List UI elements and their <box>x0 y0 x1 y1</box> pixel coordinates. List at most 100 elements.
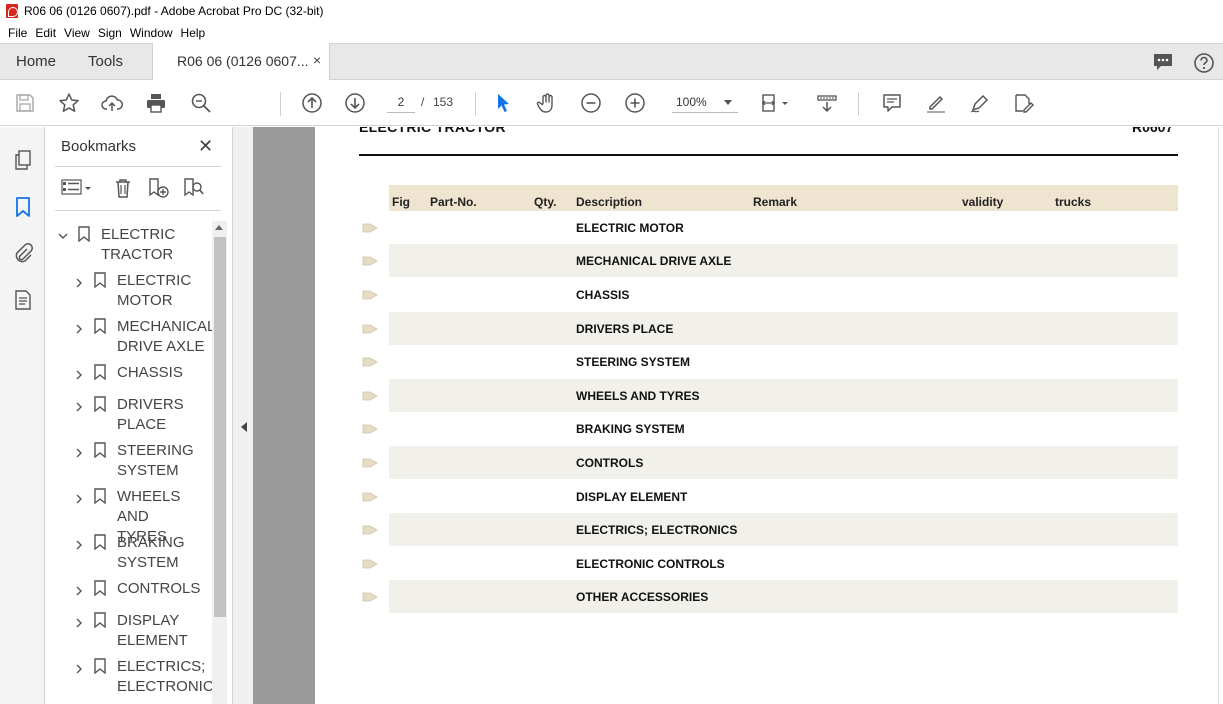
previous-page-icon[interactable] <box>300 91 324 115</box>
menu-bar: File Edit View Sign Window Help <box>0 22 1223 43</box>
table-row[interactable]: DISPLAY ELEMENT <box>389 480 1178 513</box>
row-link-arrow-icon[interactable] <box>362 591 378 602</box>
chevron-right-icon[interactable] <box>74 369 84 380</box>
new-bookmark-icon[interactable] <box>145 175 171 201</box>
menu-window[interactable]: Window <box>126 26 177 40</box>
help-icon[interactable] <box>1193 52 1215 73</box>
column-header-trucks: trucks <box>1055 195 1092 209</box>
zoom-in-icon[interactable] <box>623 91 647 115</box>
tab-home[interactable]: Home <box>16 44 56 80</box>
row-link-arrow-icon[interactable] <box>362 289 378 300</box>
chevron-down-icon[interactable] <box>58 230 68 240</box>
bookmarks-close-button[interactable]: ✕ <box>198 136 213 157</box>
highlight-pen-icon[interactable] <box>924 91 948 115</box>
table-row[interactable]: DRIVERS PLACE <box>389 312 1178 345</box>
save-icon[interactable] <box>13 91 37 115</box>
bookmark-item[interactable]: BRAKING SYSTEM <box>45 529 213 575</box>
chevron-right-icon[interactable] <box>74 663 84 674</box>
bookmark-icon <box>94 580 106 597</box>
chevron-right-icon[interactable] <box>74 323 84 334</box>
find-bookmark-icon[interactable] <box>180 175 206 201</box>
chevron-right-icon[interactable] <box>74 617 84 628</box>
chevron-right-icon[interactable] <box>74 401 84 412</box>
row-link-arrow-icon[interactable] <box>362 356 378 367</box>
chevron-right-icon[interactable] <box>74 585 84 596</box>
chevron-down-icon[interactable] <box>779 91 791 115</box>
toolbar-divider <box>475 92 476 116</box>
next-page-icon[interactable] <box>343 91 367 115</box>
table-row[interactable]: CONTROLS <box>389 446 1178 479</box>
page-thumbnails-icon[interactable] <box>11 148 35 172</box>
bookmark-item[interactable]: STEERING SYSTEM <box>45 437 213 483</box>
table-row[interactable]: BRAKING SYSTEM <box>389 412 1178 445</box>
bookmark-item[interactable]: ELECTRICS;ELECTRONICS <box>45 653 213 699</box>
star-icon[interactable] <box>57 91 81 115</box>
zoom-out-icon[interactable] <box>579 91 603 115</box>
tab-tools[interactable]: Tools <box>88 44 123 80</box>
zoom-search-icon[interactable] <box>189 91 213 115</box>
row-link-arrow-icon[interactable] <box>362 323 378 334</box>
row-link-arrow-icon[interactable] <box>362 524 378 535</box>
table-row[interactable]: WHEELS AND TYRES <box>389 379 1178 412</box>
acrobat-pdf-icon <box>6 4 18 18</box>
table-row[interactable]: STEERING SYSTEM <box>389 345 1178 378</box>
bookmarks-scrollbar[interactable] <box>212 221 227 704</box>
collapse-panel-icon[interactable] <box>241 422 247 432</box>
options-list-icon[interactable] <box>59 175 85 201</box>
bookmark-item[interactable]: WHEELS AND TYRES <box>45 483 213 545</box>
attachment-paperclip-icon[interactable] <box>11 241 35 265</box>
page-title: ELECTRIC TRACTOR <box>359 127 506 135</box>
chevron-right-icon[interactable] <box>74 539 84 550</box>
cloud-upload-icon[interactable] <box>100 91 124 115</box>
menu-view[interactable]: View <box>60 26 94 40</box>
menu-file[interactable]: File <box>4 26 31 40</box>
table-row[interactable]: MECHANICAL DRIVE AXLE <box>389 244 1178 277</box>
tab-close-button[interactable]: × <box>313 52 321 68</box>
tab-document[interactable]: R06 06 (0126 0607... × <box>152 43 330 81</box>
draw-pen-icon[interactable] <box>968 91 992 115</box>
chevron-right-icon[interactable] <box>74 447 84 458</box>
comment-icon[interactable] <box>880 91 904 115</box>
row-link-arrow-icon[interactable] <box>362 491 378 502</box>
row-link-arrow-icon[interactable] <box>362 390 378 401</box>
menu-sign[interactable]: Sign <box>94 26 126 40</box>
column-header-remark: Remark <box>753 195 798 209</box>
table-row[interactable]: CHASSIS <box>389 278 1178 311</box>
row-link-arrow-icon[interactable] <box>362 222 378 233</box>
row-link-arrow-icon[interactable] <box>362 423 378 434</box>
print-icon[interactable] <box>144 91 168 115</box>
menu-help[interactable]: Help <box>177 26 210 40</box>
bookmark-item[interactable]: CHASSIS <box>45 359 213 391</box>
table-row[interactable]: ELECTRICS; ELECTRONICS <box>389 513 1178 546</box>
select-cursor-icon[interactable] <box>491 91 515 115</box>
page-number-input[interactable]: 2 <box>387 91 415 113</box>
table-row[interactable]: ELECTRIC MOTOR <box>389 211 1178 244</box>
fill-sign-icon[interactable] <box>1011 91 1035 115</box>
table-row[interactable]: OTHER ACCESSORIES <box>389 580 1178 613</box>
bookmark-item[interactable]: MECHANICAL DRIVE AXLE <box>45 313 213 359</box>
bookmark-item[interactable]: CONTROLS <box>45 575 213 607</box>
bookmark-item[interactable]: DISPLAY ELEMENT <box>45 607 213 653</box>
scroll-mode-icon[interactable] <box>815 91 839 115</box>
bookmark-root-electric-tractor[interactable]: ELECTRIC TRACTOR <box>45 221 213 267</box>
row-link-arrow-icon[interactable] <box>362 457 378 468</box>
chevron-down-icon[interactable] <box>83 175 93 201</box>
zoom-select[interactable]: 100% <box>672 91 738 113</box>
page-document-icon[interactable] <box>11 288 35 312</box>
panel-splitter[interactable] <box>232 127 253 704</box>
scroll-up-icon[interactable] <box>215 225 223 230</box>
bookmark-label: ELECTRIC TRACTOR <box>101 226 176 263</box>
chevron-right-icon[interactable] <box>74 493 84 504</box>
bookmark-item[interactable]: DRIVERS PLACE <box>45 391 213 437</box>
row-link-arrow-icon[interactable] <box>362 255 378 266</box>
hand-tool-icon[interactable] <box>535 91 559 115</box>
delete-trash-icon[interactable] <box>110 175 136 201</box>
bookmark-item[interactable]: ELECTRIC MOTOR <box>45 267 213 313</box>
row-link-arrow-icon[interactable] <box>362 558 378 569</box>
comment-bubble-icon[interactable] <box>1152 52 1174 72</box>
chevron-right-icon[interactable] <box>74 277 84 288</box>
menu-edit[interactable]: Edit <box>31 26 60 40</box>
table-row[interactable]: ELECTRONIC CONTROLS <box>389 547 1178 580</box>
bookmark-panel-icon[interactable] <box>11 195 35 219</box>
scrollbar-thumb[interactable] <box>214 237 226 617</box>
